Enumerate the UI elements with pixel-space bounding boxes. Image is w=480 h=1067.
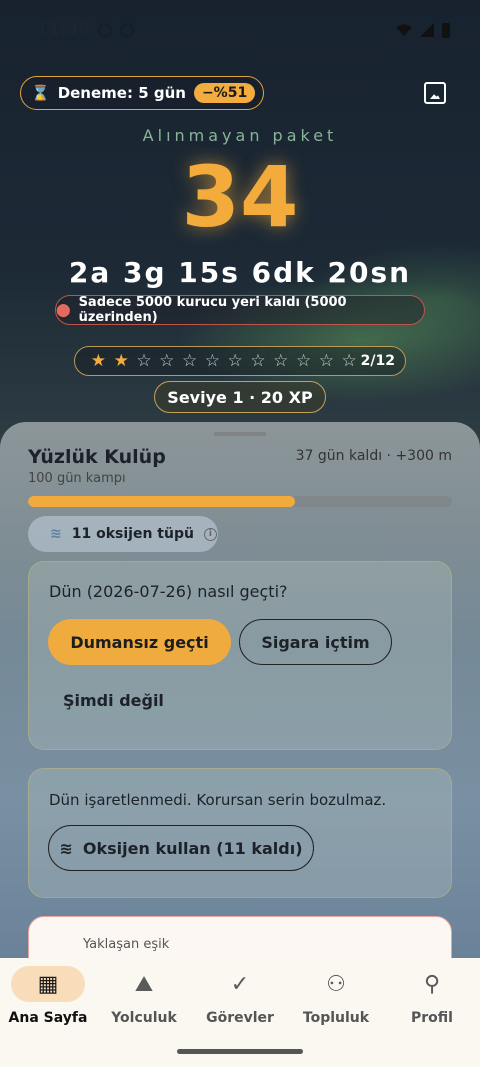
person-icon: ⚲	[423, 971, 441, 997]
nav-item-topluluk[interactable]: ⚇ Topluluk	[288, 966, 384, 1027]
share-image-icon[interactable]	[424, 82, 446, 104]
home-indicator[interactable]	[177, 1049, 303, 1054]
checkin-card: Dün (2026-07-26) nasıl geçti? Dumansız g…	[28, 561, 452, 750]
check-circle-icon: ✓	[230, 971, 250, 997]
nav-pill: ⛰	[107, 966, 181, 1002]
counter-value: 34	[181, 148, 299, 246]
use-oxygen-button[interactable]: ≋ Oksijen kullan (11 kaldı)	[48, 825, 314, 871]
star-icon: ☆	[273, 351, 289, 371]
sheet-handle[interactable]	[214, 432, 266, 436]
smoked-button[interactable]: Sigara içtim	[239, 619, 392, 665]
club-meta: 37 gün kaldı · +300 m	[295, 448, 452, 464]
battery-icon	[442, 22, 450, 38]
use-oxygen-label: Oksijen kullan (11 kaldı)	[82, 838, 303, 858]
smoke-free-button[interactable]: Dumansız geçti	[48, 619, 231, 665]
star-icon: ☆	[136, 351, 152, 371]
nav-pill: ⚲	[395, 966, 469, 1002]
wind-icon: ≋	[59, 838, 73, 858]
star-count: 2/12	[360, 353, 395, 369]
star-icon: ☆	[295, 351, 312, 371]
star-icon: ☆	[181, 351, 198, 371]
oxygen-chip[interactable]: ≋ 11 oksijen tüpü i	[28, 516, 218, 552]
checkin-question: Dün (2026-07-26) nasıl geçti?	[49, 582, 288, 601]
discount-badge: −%51	[193, 83, 256, 103]
nav-label: Ana Sayfa	[8, 1010, 88, 1026]
star-icon: ★	[113, 351, 129, 371]
nav-label: Topluluk	[302, 1010, 370, 1026]
nav-item-yolculuk[interactable]: ⛰ Yolculuk	[96, 966, 192, 1027]
status-time: 11:39	[36, 20, 91, 40]
nav-item-ana-sayfa[interactable]: ▦ Ana Sayfa	[0, 966, 96, 1026]
nav-item-görevler[interactable]: ✓ Görevler	[192, 966, 288, 1027]
calendar-icon: ▦	[37, 971, 59, 997]
level-badge: Seviye 1 · 20 XP	[154, 381, 326, 413]
trial-label: Deneme: 5 gün	[57, 84, 186, 102]
nav-item-profil[interactable]: ⚲ Profil	[384, 966, 480, 1027]
nav-pill: ▦	[11, 966, 85, 1002]
oxygen-chip-label: 11 oksijen tüpü	[71, 526, 194, 542]
mountain-icon: ⛰	[134, 971, 154, 997]
club-progress-fill	[28, 496, 296, 507]
countdown-timer: 2a 3g 15s 6dk 20sn	[68, 256, 412, 289]
threshold-label: Yaklaşan eşik	[83, 937, 170, 952]
streak-card: Dün işaretlenmedi. Korursan serin bozulm…	[28, 768, 452, 898]
founder-spots-badge: ⬤ Sadece 5000 kurucu yeri kaldı (5000 üz…	[55, 295, 425, 325]
signal-icon	[420, 23, 434, 37]
notification-icon	[98, 23, 113, 37]
star-icon: ☆	[227, 351, 243, 371]
star-rating: ★ ★ ☆ ☆ ☆ ☆ ☆ ☆ ☆ ☆ ☆ ☆ 2/12	[74, 346, 406, 376]
not-now-button[interactable]: Şimdi değil	[49, 680, 178, 720]
star-icon: ★	[90, 351, 107, 371]
bottom-sheet[interactable]: Yüzlük Kulüp 100 gün kampı 37 gün kaldı …	[0, 422, 480, 996]
club-title: Yüzlük Kulüp	[28, 446, 166, 468]
shield-icon	[120, 23, 135, 37]
oxygen-tank-icon: ≋	[50, 526, 62, 542]
medal-icon: ⬤	[56, 302, 71, 318]
status-bar: 11:39	[36, 18, 450, 42]
star-icon: ☆	[318, 351, 334, 371]
info-icon[interactable]: i	[203, 527, 217, 541]
trial-badge[interactable]: ⌛ Deneme: 5 gün −%51	[20, 76, 265, 110]
hourglass-icon: ⌛	[31, 84, 50, 102]
star-icon: ☆	[341, 351, 357, 371]
club-progress-bar	[28, 496, 452, 507]
nav-label: Profil	[411, 1010, 453, 1026]
streak-notice: Dün işaretlenmedi. Korursan serin bozulm…	[49, 791, 387, 809]
nav-label: Yolculuk	[111, 1010, 177, 1026]
nav-pill: ✓	[203, 966, 277, 1002]
nav-pill: ⚇	[299, 966, 373, 1002]
club-subtitle: 100 gün kampı	[28, 471, 126, 486]
star-icon: ☆	[250, 351, 266, 371]
counter-subtitle: Alınmayan paket	[142, 126, 338, 145]
nav-label: Görevler	[206, 1010, 274, 1026]
star-icon: ☆	[159, 351, 175, 371]
founder-notice: Sadece 5000 kurucu yeri kaldı (5000 üzer…	[78, 295, 347, 325]
star-icon: ☆	[204, 351, 220, 371]
wifi-icon	[396, 24, 412, 36]
group-icon: ⚇	[326, 971, 346, 997]
